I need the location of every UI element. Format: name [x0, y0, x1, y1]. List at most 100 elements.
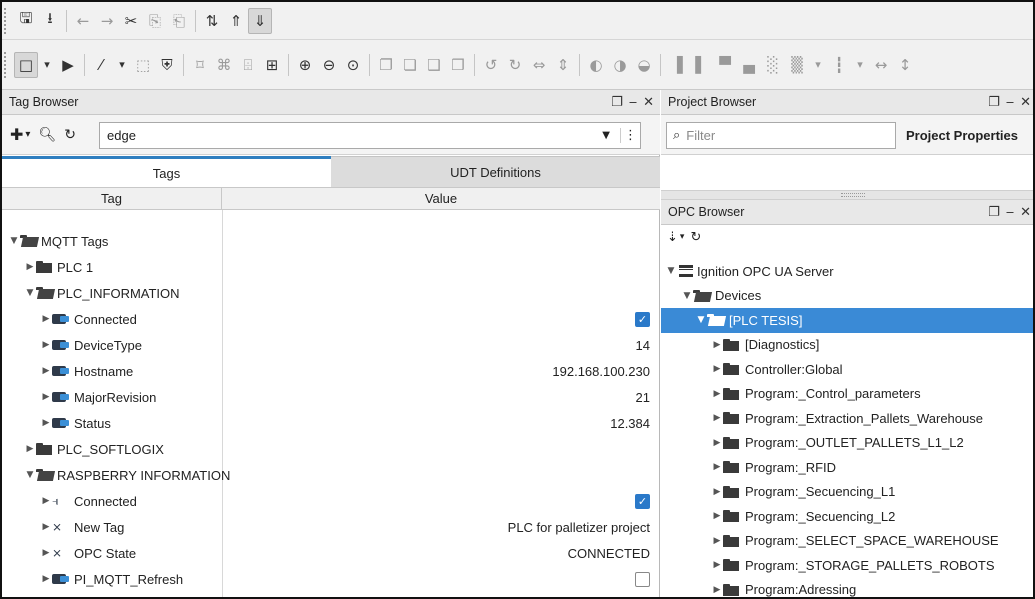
refresh-icon[interactable]: ↻	[64, 127, 76, 143]
close-icon[interactable]: ✕	[1020, 205, 1031, 220]
rotate-reset-icon[interactable]: ◒	[632, 52, 656, 78]
rotate-alt-icon[interactable]: ◑	[608, 52, 632, 78]
collapsed-arrow-icon[interactable]: ▶	[711, 389, 723, 399]
expanded-arrow-icon[interactable]: ▼	[8, 236, 20, 246]
collapsed-arrow-icon[interactable]: ▶	[711, 413, 723, 423]
collapsed-arrow-icon[interactable]: ▶	[40, 496, 52, 506]
list-item[interactable]: ▶ Program:Adressing	[661, 578, 1033, 597]
sort-dropdown-icon[interactable]: ▾	[680, 232, 685, 242]
list-item[interactable]: ▶ Program:_OUTLET_PALLETS_L1_L2	[661, 431, 1033, 456]
comp-icon[interactable]: ⬚	[131, 52, 155, 78]
tree-row-mqtt-tags[interactable]: ▼ MQTT Tags	[2, 228, 660, 254]
connected-checkbox[interactable]: ✓	[635, 493, 650, 509]
collapsed-arrow-icon[interactable]: ▶	[711, 536, 723, 546]
collapsed-arrow-icon[interactable]: ▶	[40, 314, 52, 324]
collapsed-arrow-icon[interactable]: ▶	[40, 340, 52, 350]
table-row[interactable]: ▶ PI_MQTT_Refresh	[2, 566, 660, 592]
align-icon[interactable]: ⌑	[188, 52, 212, 78]
wrench-icon[interactable]: ⁄	[89, 52, 113, 78]
tree-row-opc-server[interactable]: ▼ Ignition OPC UA Server	[661, 259, 1033, 284]
table-row[interactable]: ▶ MajorRevision 21	[2, 384, 660, 410]
panel-splitter[interactable]	[661, 190, 1033, 200]
selection-tool-icon[interactable]: □	[14, 51, 38, 78]
toolbar-grip[interactable]	[4, 51, 10, 78]
column-header-value[interactable]: Value	[222, 188, 660, 209]
collapsed-arrow-icon[interactable]: ▶	[711, 462, 723, 472]
tree-row-plc1[interactable]: ▶ PLC 1	[2, 254, 660, 280]
splitter-grip[interactable]	[841, 193, 865, 197]
tree-row-plc-information[interactable]: ▼ PLC_INFORMATION	[2, 280, 660, 306]
layout-icon[interactable]: ⊞	[260, 52, 284, 78]
close-icon[interactable]: ✕	[1020, 95, 1031, 110]
collapsed-arrow-icon[interactable]: ▶	[24, 262, 36, 272]
project-properties-button[interactable]: Project Properties	[906, 128, 1018, 143]
copy-icon[interactable]: ⎘	[143, 8, 167, 34]
collapsed-arrow-icon[interactable]: ▶	[40, 418, 52, 428]
flip-h-icon[interactable]: ⇔	[527, 52, 551, 78]
list-item[interactable]: ▶ Program:_SELECT_SPACE_WAREHOUSE	[661, 529, 1033, 554]
table-row[interactable]: ▶ Hostname 192.168.100.230	[2, 358, 660, 384]
list-item[interactable]: ▶ Program:_Secuencing_L1	[661, 480, 1033, 505]
collapsed-arrow-icon[interactable]: ▶	[24, 444, 36, 454]
bring-forward-icon[interactable]: ❐	[374, 52, 398, 78]
send-back-icon[interactable]: ❒	[446, 52, 470, 78]
ungroup-icon[interactable]: ⌹	[236, 52, 260, 78]
table-row[interactable]: ▶ ⫣ Connected ✓	[2, 488, 660, 514]
search-icon[interactable]: 🔍︎	[38, 127, 56, 143]
float-icon[interactable]: ❐	[988, 95, 1000, 110]
list-item[interactable]: ▶ Program:_Extraction_Pallets_Warehouse	[661, 406, 1033, 431]
rotate-left-icon[interactable]: ↺	[479, 52, 503, 78]
table-row[interactable]: ▶ ⨯ OPC State CONNECTED	[2, 540, 660, 566]
flip-v-icon[interactable]: ⇕	[551, 52, 575, 78]
wrench-dropdown-icon[interactable]: ▾	[113, 52, 131, 78]
zoom-out-icon[interactable]: ⊖	[317, 52, 341, 78]
list-item[interactable]: ▶ Program:_Secuencing_L2	[661, 504, 1033, 529]
align-top-icon[interactable]: ▀	[713, 52, 737, 78]
tag-search-input[interactable]: edge ▼ ⋮	[99, 122, 641, 149]
more-dropdown-icon[interactable]: ▾	[809, 52, 827, 78]
tree-row-raspberry-information[interactable]: ▼ RASPBERRY INFORMATION	[2, 462, 660, 488]
collapsed-arrow-icon[interactable]: ▶	[40, 392, 52, 402]
redo-icon[interactable]: →	[95, 8, 119, 34]
tree-row-plc-softlogix[interactable]: ▶ PLC_SOFTLOGIX	[2, 436, 660, 462]
shield-icon[interactable]: ⛨	[155, 52, 179, 78]
close-icon[interactable]: ✕	[643, 95, 654, 110]
expanded-arrow-icon[interactable]: ▼	[665, 266, 677, 276]
collapsed-arrow-icon[interactable]: ▶	[711, 585, 723, 595]
float-icon[interactable]: ❐	[611, 95, 623, 110]
rotate-right-icon[interactable]: ↻	[503, 52, 527, 78]
table-row[interactable]: ▶ Connected ✓	[2, 306, 660, 332]
minimize-icon[interactable]: ‒	[1006, 95, 1014, 110]
list-item[interactable]: ▶ Program:_RFID	[661, 455, 1033, 480]
collapsed-arrow-icon[interactable]: ▶	[40, 366, 52, 376]
project-filter-input[interactable]: ⌕ Filter	[666, 122, 896, 149]
table-row[interactable]: ▶ ⨯ New Tag PLC for palletizer project	[2, 514, 660, 540]
more-options-icon[interactable]: ⋮	[620, 128, 640, 143]
float-icon[interactable]: ❐	[988, 205, 1000, 220]
refresh-checkbox[interactable]	[635, 571, 650, 587]
paste-icon[interactable]: ⎗	[167, 8, 191, 34]
zoom-reset-icon[interactable]: ⊙	[341, 52, 365, 78]
align-bottom-icon[interactable]: ▄	[737, 52, 761, 78]
cut-icon[interactable]: ✂	[119, 8, 143, 34]
bring-front-icon[interactable]: ❑	[422, 52, 446, 78]
tree-row-plc-tesis[interactable]: ▼ [PLC TESIS]	[661, 308, 1033, 333]
distribute-icon[interactable]: ░	[761, 52, 785, 78]
minimize-icon[interactable]: ‒	[1006, 205, 1014, 220]
tab-udt-definitions[interactable]: UDT Definitions	[331, 156, 660, 187]
more-dropdown-icon-2[interactable]: ▾	[851, 52, 869, 78]
add-dropdown-icon[interactable]: ▾	[25, 129, 30, 140]
equal-width-icon[interactable]: ↔	[869, 52, 893, 78]
collapsed-arrow-icon[interactable]: ▶	[40, 548, 52, 558]
list-item[interactable]: ▶ Program:_STORAGE_PALLETS_ROBOTS	[661, 553, 1033, 578]
undo-icon[interactable]: ←	[71, 8, 95, 34]
collapsed-arrow-icon[interactable]: ▶	[711, 487, 723, 497]
zoom-in-icon[interactable]: ⊕	[293, 52, 317, 78]
selection-dropdown-icon[interactable]: ▾	[38, 52, 56, 78]
tag-up-icon[interactable]: ⇑	[224, 8, 248, 34]
table-row[interactable]: ▶ DeviceType 14	[2, 332, 660, 358]
collapsed-arrow-icon[interactable]: ▶	[40, 574, 52, 584]
expanded-arrow-icon[interactable]: ▼	[681, 291, 693, 301]
search-dropdown-icon[interactable]: ▼	[602, 130, 610, 141]
collapsed-arrow-icon[interactable]: ▶	[40, 522, 52, 532]
